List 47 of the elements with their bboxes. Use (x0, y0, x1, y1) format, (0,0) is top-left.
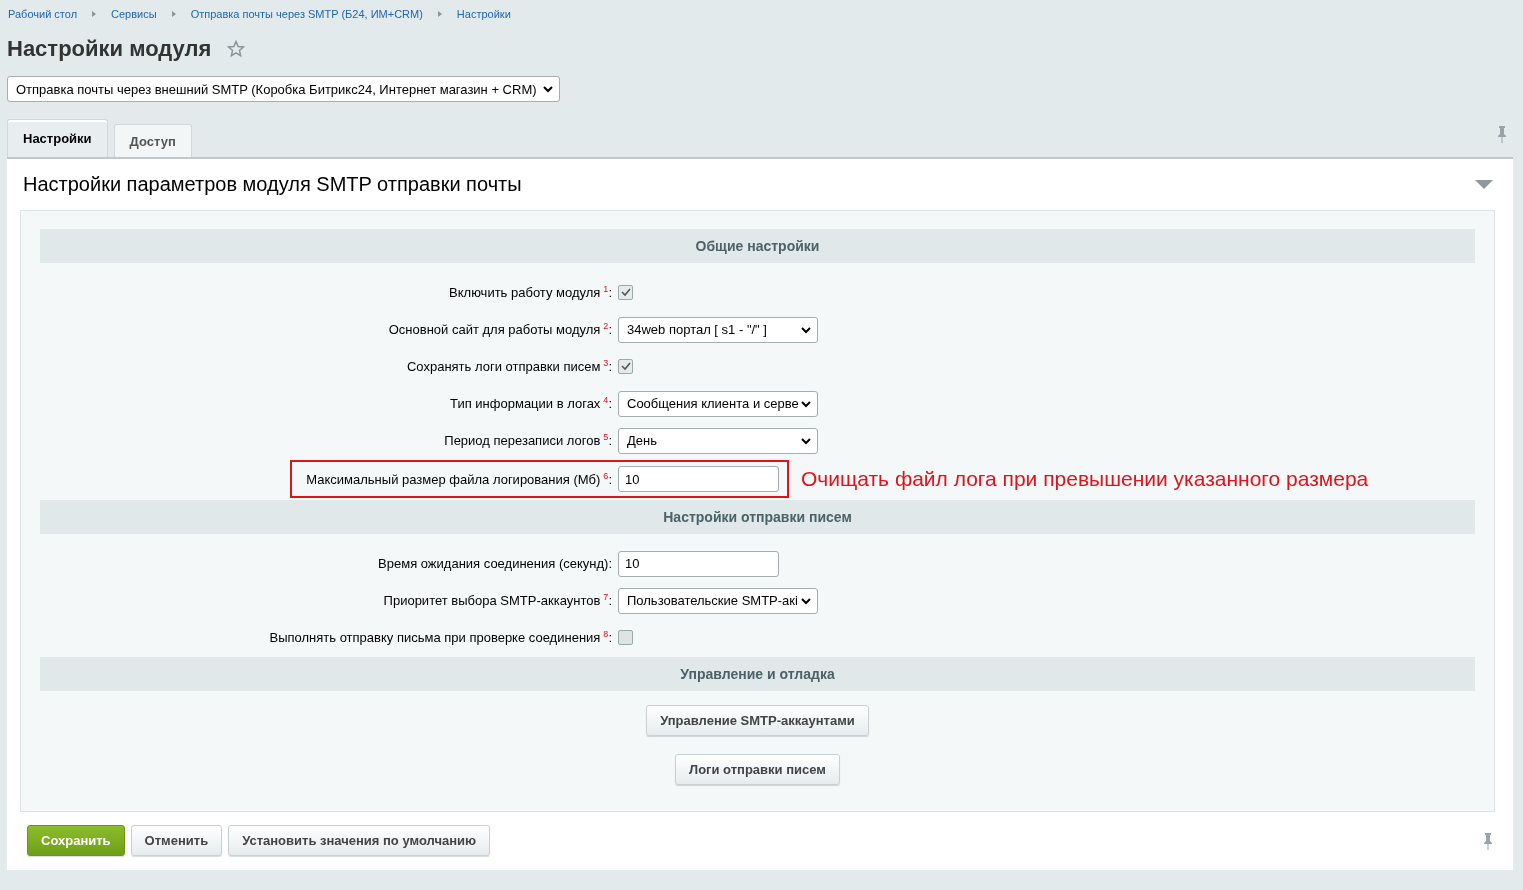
caret-icon (801, 399, 811, 408)
input-field[interactable]: 10 (618, 550, 779, 577)
caret-icon (542, 85, 553, 93)
caret-icon (801, 436, 811, 445)
footer-button[interactable]: Установить значения по умолчанию (228, 825, 491, 856)
field-label: Максимальный размер файла логирования (Мб) $^{6}$: (306, 470, 613, 488)
page-title: Настройки модуля (7, 36, 212, 62)
collapse-icon[interactable] (1475, 179, 1493, 190)
breadcrumb-arrow-icon (171, 11, 176, 17)
module-select[interactable]: Отправка почты через внешний SMTP (Коробка Битрикс24, Интернет магазин + CRM) (7, 76, 560, 102)
input-field[interactable]: 10 (618, 466, 779, 492)
breadcrumb-link[interactable]: Отправка почты через SMTP (Б24, ИМ+CRM) (189, 8, 424, 20)
checkbox[interactable] (618, 285, 633, 300)
panel-title: Настройки параметров модуля SMTP отправки почты (23, 173, 522, 196)
action-button[interactable]: Логи отправки писем (675, 754, 840, 785)
field-label: Сохранять логи отправки писем $^{3}$: (406, 358, 613, 375)
checkbox[interactable] (618, 359, 633, 374)
section-header: Настройки отправки писем (40, 500, 1475, 534)
caret-icon (801, 596, 811, 605)
field-label: Тип информации в логах $^{4}$: (450, 395, 613, 412)
breadcrumb-arrow-icon (437, 11, 442, 17)
annotation-text: Очищать файл лога при превышении указанного размера (801, 467, 1369, 491)
tab[interactable]: Доступ (113, 124, 192, 157)
footer-button[interactable]: Отменить (130, 825, 223, 856)
action-button[interactable]: Управление SMTP-аккаунтами (646, 705, 869, 736)
field-label: Время ожидания соединения (секунд): (378, 556, 613, 571)
checkbox[interactable] (618, 630, 633, 645)
field-label: Включить работу модуля $^{1}$: (449, 284, 613, 301)
dropdown[interactable]: Сообщения клиента и серве (618, 390, 818, 417)
breadcrumb-link[interactable]: Настройки (455, 8, 512, 20)
breadcrumb-link[interactable]: Рабочий стол (7, 8, 79, 20)
dropdown[interactable]: 34web портал [ s1 - "/" ] (618, 316, 818, 343)
field-label: Период перезаписи логов $^{5}$: (444, 432, 613, 449)
field-label: Приоритет выбора SMTP-аккаунтов $^{7}$: (383, 592, 613, 609)
field-label: Основной сайт для работы модуля $^{2}$: (388, 321, 613, 338)
tab[interactable]: Настройки (7, 119, 108, 157)
section-header: Общие настройки (40, 229, 1475, 263)
dropdown[interactable]: День (618, 427, 818, 454)
pin-icon[interactable] (1483, 831, 1493, 850)
dropdown[interactable]: Пользовательские SMTP-акі (618, 587, 818, 614)
field-label: Выполнять отправку письма при проверке соединения $^{8}$: (269, 629, 613, 646)
section-header: Управление и отладка (40, 657, 1475, 691)
caret-icon (801, 325, 811, 334)
breadcrumb-arrow-icon (92, 11, 97, 17)
pin-icon[interactable] (1497, 125, 1507, 143)
breadcrumb-link[interactable]: Сервисы (110, 8, 158, 20)
star-icon[interactable] (227, 40, 246, 58)
